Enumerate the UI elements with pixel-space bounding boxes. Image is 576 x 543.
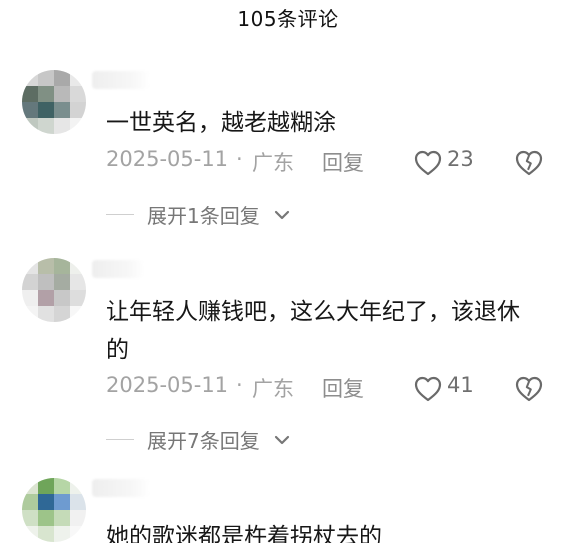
meta-separator: · [236,147,243,171]
chevron-down-icon [274,210,290,220]
heart-outline-icon[interactable] [413,149,443,177]
broken-heart-outline-icon[interactable] [514,149,544,177]
expand-replies-button[interactable]: 展开7条回复 [106,425,366,455]
comment-meta: 2025-05-11 · 广东 回复 41 [106,373,556,407]
comment-date: 2025-05-11 [106,373,229,397]
avatar[interactable] [22,70,86,134]
reply-button[interactable]: 回复 [322,147,364,177]
expand-replies-label: 展开7条回复 [147,429,260,453]
comment-location: 广东 [252,151,294,175]
username-placeholder [92,260,144,278]
comment-count-title: 105条评论 [237,7,339,31]
chevron-down-icon [274,435,290,445]
expand-replies-button[interactable]: 展开1条回复 [106,200,366,230]
expand-replies-label: 展开1条回复 [147,204,260,228]
comment-location: 广东 [252,377,294,401]
comment-meta: 2025-05-11 · 广东 回复 23 [106,147,556,181]
avatar[interactable] [22,478,86,542]
comment-date: 2025-05-11 [106,147,229,171]
expand-divider [106,439,134,440]
comment-text: 她的歌迷都是杵着拐杖去的 [106,524,382,543]
reply-button[interactable]: 回复 [322,373,364,403]
avatar[interactable] [22,258,86,322]
comments-page: 105条评论 一世英名，越老越糊涂 2025-05-11 · 广东 回复 23 [0,0,576,543]
comment-text: 让年轻人赚钱吧，这么大年纪了，该退休的 [106,299,520,363]
broken-heart-outline-icon[interactable] [514,375,544,403]
username-placeholder [92,479,150,497]
like-count: 41 [447,373,474,397]
meta-separator: · [236,373,243,397]
heart-outline-icon[interactable] [413,375,443,403]
username-placeholder [92,71,150,89]
expand-divider [106,214,134,215]
like-count: 23 [447,147,474,171]
comment-text: 一世英名，越老越糊涂 [106,110,336,136]
